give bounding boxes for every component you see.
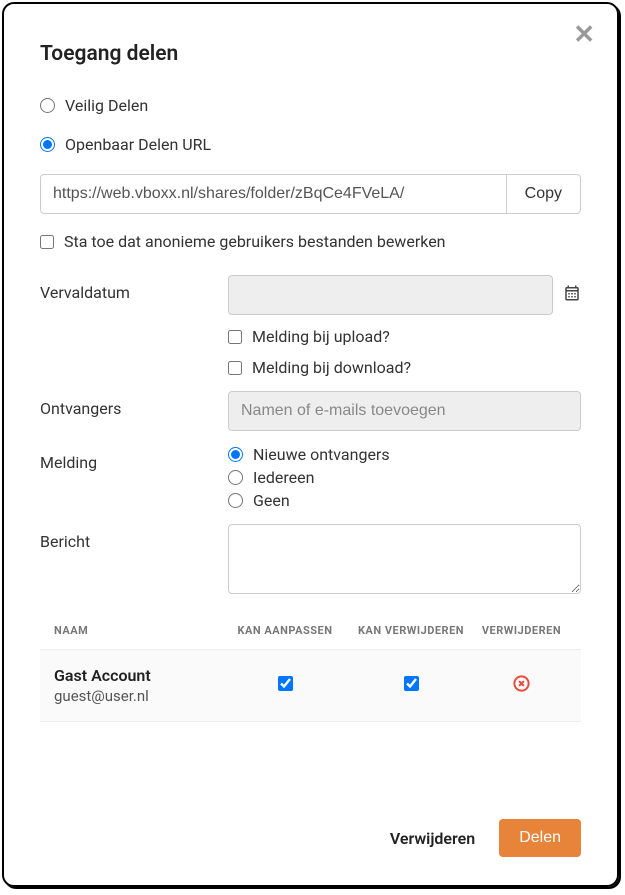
table-header: NAAM KAN AANPASSEN KAN VERWIJDEREN VERWI… <box>40 612 581 649</box>
recipients-label: Ontvangers <box>40 391 228 418</box>
row-can-edit-checkbox[interactable] <box>278 676 293 691</box>
expiry-label: Vervaldatum <box>40 275 228 302</box>
radio-notify-everyone-label: Iedereen <box>253 468 314 487</box>
share-type-public[interactable]: Openbaar Delen URL <box>40 135 581 154</box>
message-label: Bericht <box>40 524 228 551</box>
radio-notify-none-label: Geen <box>253 491 290 510</box>
notification-label: Melding <box>40 445 228 472</box>
copy-button[interactable]: Copy <box>507 174 581 214</box>
notify-download-checkbox[interactable] <box>228 361 242 375</box>
dialog-footer: Verwijderen Delen <box>390 819 581 857</box>
th-can-edit: KAN AANPASSEN <box>224 624 346 637</box>
radio-secure[interactable] <box>40 98 55 113</box>
radio-notify-new[interactable] <box>228 447 243 462</box>
remove-row-icon[interactable] <box>512 674 531 693</box>
anon-edit-checkbox[interactable] <box>40 235 54 249</box>
notify-download-row[interactable]: Melding bij download? <box>228 358 581 377</box>
row-can-delete-checkbox[interactable] <box>404 676 419 691</box>
notify-download-label: Melding bij download? <box>252 358 411 377</box>
notify-none[interactable]: Geen <box>228 491 581 510</box>
radio-notify-everyone[interactable] <box>228 470 243 485</box>
recipients-input[interactable] <box>228 391 581 431</box>
notify-new-recipients[interactable]: Nieuwe ontvangers <box>228 445 581 464</box>
radio-public-label: Openbaar Delen URL <box>65 135 211 154</box>
url-row: Copy <box>40 174 581 214</box>
share-button[interactable]: Delen <box>499 819 581 857</box>
radio-secure-label: Veilig Delen <box>65 96 148 115</box>
share-type-secure[interactable]: Veilig Delen <box>40 96 581 115</box>
notify-upload-label: Melding bij upload? <box>252 327 390 346</box>
notification-row: Melding Nieuwe ontvangers Iedereen Geen <box>40 445 581 510</box>
message-textarea[interactable] <box>228 524 581 594</box>
remove-button[interactable]: Verwijderen <box>390 829 475 848</box>
notify-everyone[interactable]: Iedereen <box>228 468 581 487</box>
anon-edit-row[interactable]: Sta toe dat anonieme gebruikers bestande… <box>40 232 581 251</box>
expiry-row: Vervaldatum Melding bij upload? Melding … <box>40 275 581 377</box>
message-row: Bericht <box>40 524 581 598</box>
table-row: Gast Account guest@user.nl <box>40 649 581 722</box>
dialog-title: Toegang delen <box>40 42 581 66</box>
calendar-icon[interactable] <box>563 284 581 306</box>
guest-name: Gast Account <box>54 666 224 685</box>
radio-public[interactable] <box>40 137 55 152</box>
th-can-delete: KAN VERWIJDEREN <box>346 624 476 637</box>
radio-notify-none[interactable] <box>228 493 243 508</box>
expiry-date-input[interactable] <box>228 275 553 315</box>
recipients-row: Ontvangers <box>40 391 581 431</box>
share-access-dialog: ✕ Toegang delen Veilig Delen Openbaar De… <box>2 2 619 887</box>
share-url-input[interactable] <box>40 174 507 214</box>
notify-upload-checkbox[interactable] <box>228 330 242 344</box>
guest-email: guest@user.nl <box>54 687 224 705</box>
notify-upload-row[interactable]: Melding bij upload? <box>228 327 581 346</box>
th-name: NAAM <box>54 624 224 637</box>
radio-notify-new-label: Nieuwe ontvangers <box>253 445 390 464</box>
anon-edit-label: Sta toe dat anonieme gebruikers bestande… <box>64 232 446 251</box>
close-icon[interactable]: ✕ <box>573 22 595 48</box>
th-remove: VERWIJDEREN <box>476 624 567 637</box>
